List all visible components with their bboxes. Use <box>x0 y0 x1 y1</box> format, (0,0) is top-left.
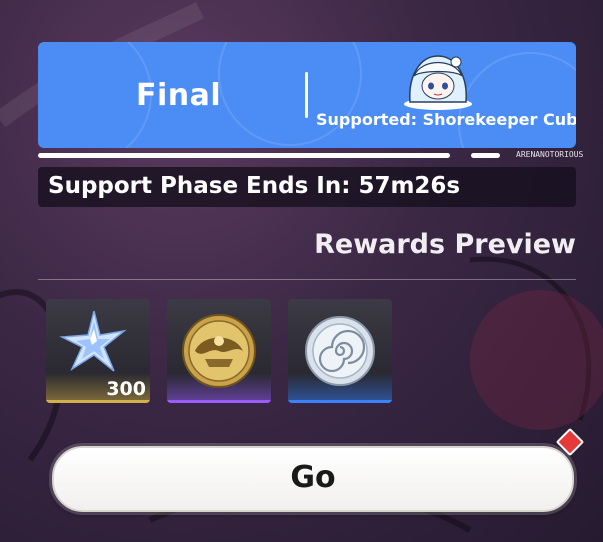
supported-label: Supported: Shorekeeper Cube <box>316 110 576 129</box>
reward-rarity-line <box>288 400 392 403</box>
reward-rarity-line <box>46 400 150 403</box>
banner-pattern <box>38 42 152 148</box>
silver-shell-coin-icon <box>305 316 375 386</box>
reward-gold-coin[interactable] <box>167 299 271 403</box>
gold-coin-icon <box>182 314 256 388</box>
crystal-icon <box>59 310 127 372</box>
shorekeeper-portrait-icon <box>404 55 472 110</box>
progress-bar <box>38 153 450 158</box>
timer-text: Support Phase Ends In: 57m26s <box>48 173 461 199</box>
stage-banner: Final Supported: Shorekeeper Cube <box>38 42 576 148</box>
reward-silver-shell-coin[interactable] <box>288 299 392 403</box>
banner-divider <box>305 72 308 118</box>
go-button[interactable]: Go <box>52 446 574 512</box>
rewards-divider <box>38 279 576 280</box>
progress-segment <box>471 153 500 158</box>
support-phase-timer: Support Phase Ends In: 57m26s <box>38 167 576 207</box>
reward-rarity-line <box>167 400 271 403</box>
stage-title: Final <box>136 78 222 113</box>
reward-crystal[interactable]: 300 <box>46 299 150 403</box>
go-button-label: Go <box>290 460 336 495</box>
rewards-preview-title: Rewards Preview <box>314 229 576 260</box>
reward-count: 300 <box>106 378 146 400</box>
banner-pattern <box>218 42 362 146</box>
tiny-label-left: ARENA <box>516 150 541 159</box>
tiny-label-right: NOTORIOUS <box>540 150 584 159</box>
